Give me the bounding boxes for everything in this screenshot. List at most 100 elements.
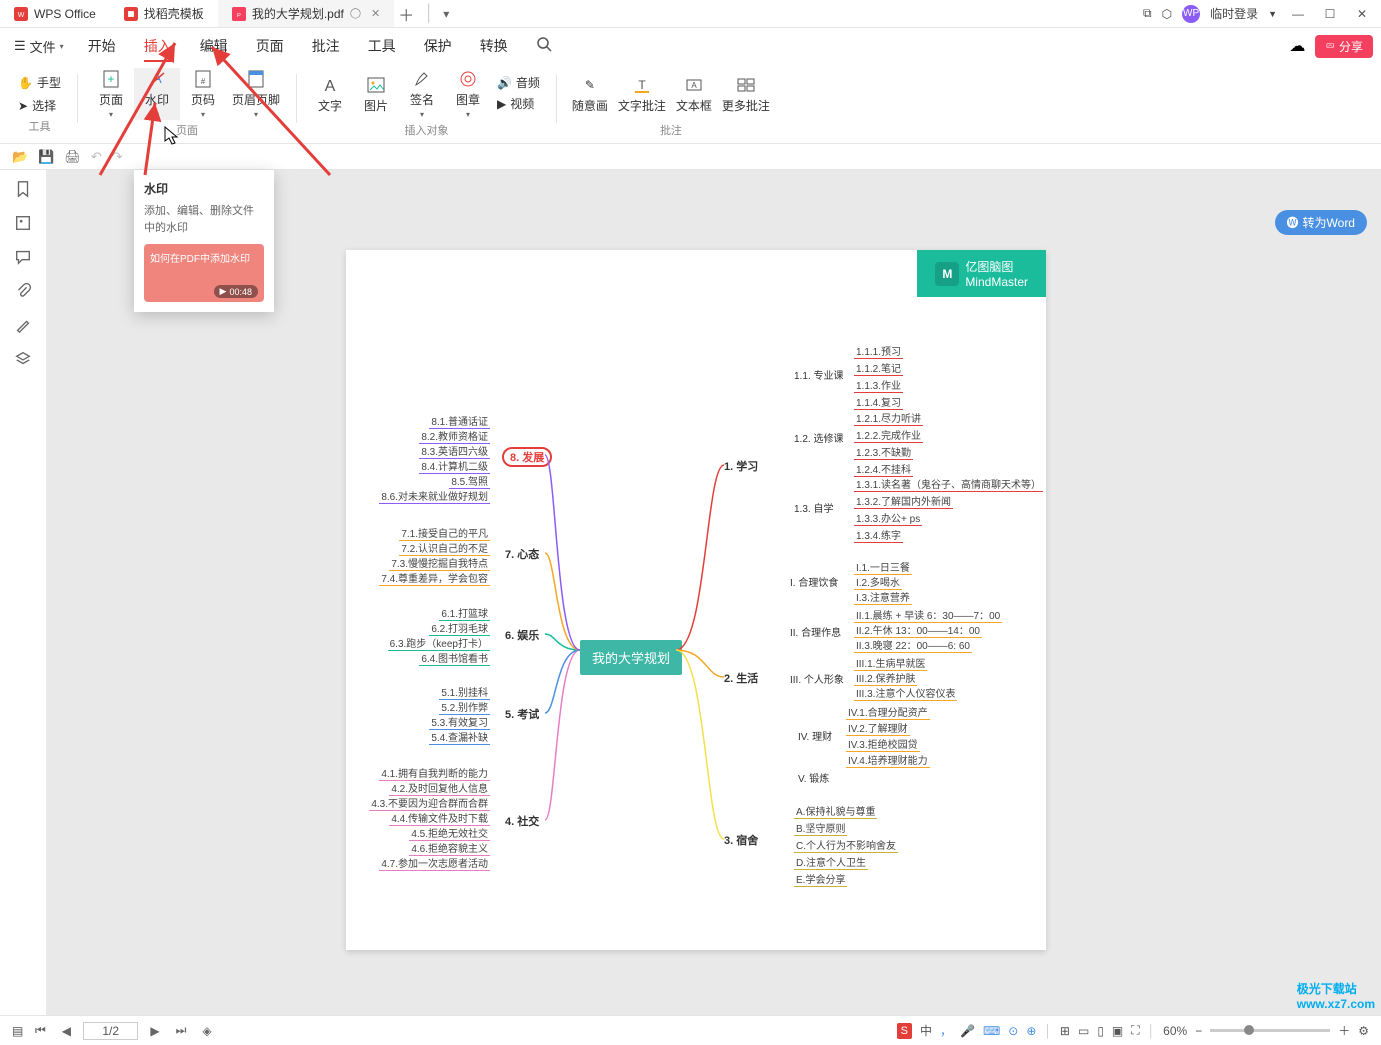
status-icon-1[interactable]: ， xyxy=(940,1022,952,1039)
view-mode-2-icon[interactable]: ▭ xyxy=(1078,1024,1089,1038)
node-l5: 5. 考试 xyxy=(505,706,539,722)
tab-document[interactable]: P 我的大学规划.pdf ◯ ✕ xyxy=(218,0,394,27)
tab-templates[interactable]: 找稻壳模板 xyxy=(110,0,218,27)
view-mode-3-icon[interactable]: ▯ xyxy=(1097,1024,1104,1038)
share-button[interactable]: ⮹ 分享 xyxy=(1315,35,1373,58)
zoom-slider[interactable] xyxy=(1210,1029,1330,1032)
leaf: III.3.注意个人仪容仪表 xyxy=(854,685,957,701)
leaf: 1.2.1.尽力听讲 xyxy=(854,410,923,426)
pen-side-icon[interactable] xyxy=(14,316,32,334)
textbox-button[interactable]: A文本框 xyxy=(671,68,717,120)
cloud-icon[interactable]: ☁ xyxy=(1289,36,1305,56)
tab-list-button[interactable]: ▾ xyxy=(434,7,458,21)
search-button[interactable] xyxy=(536,36,552,57)
audio-button[interactable]: 🔊音频 xyxy=(491,72,546,93)
text-annot-icon: T xyxy=(632,75,652,95)
title-icon-1[interactable]: ⧉ xyxy=(1143,6,1152,21)
leaf: 1.1.2.笔记 xyxy=(854,360,903,376)
close-icon[interactable]: ✕ xyxy=(371,7,380,20)
zoom-in-button[interactable]: ＋ xyxy=(1338,1022,1350,1039)
hand-tool-button[interactable]: ✋手型 xyxy=(12,72,67,93)
title-icon-2[interactable]: ⬡ xyxy=(1162,7,1172,21)
freedraw-button[interactable]: ✎随意画 xyxy=(567,68,613,120)
leaf: C.个人行为不影响舍友 xyxy=(794,837,898,853)
attachment-icon[interactable] xyxy=(14,282,32,300)
close-window-button[interactable]: ✕ xyxy=(1351,7,1373,21)
first-page-button[interactable]: ⏮ xyxy=(31,1023,49,1038)
cursor-icon: ➤ xyxy=(18,99,28,113)
menu-工具[interactable]: 工具 xyxy=(354,30,410,62)
play-icon: ▶ xyxy=(220,286,227,297)
video-button[interactable]: ▶视频 xyxy=(491,93,546,114)
layers-icon[interactable] xyxy=(14,350,32,368)
save-icon[interactable]: 💾 xyxy=(38,149,54,165)
view-mode-4-icon[interactable]: ▣ xyxy=(1112,1024,1123,1038)
last-page-button[interactable]: ⏭ xyxy=(172,1023,190,1038)
comment-icon[interactable] xyxy=(14,248,32,266)
maximize-button[interactable]: ☐ xyxy=(1319,7,1341,21)
hamburger-icon: ☰ xyxy=(14,38,26,54)
group-label: 插入对象 xyxy=(404,122,448,138)
logo-cn: 亿图脑图 xyxy=(965,258,1028,275)
mic-icon[interactable]: 🎤 xyxy=(960,1024,975,1038)
pdf-page: M 亿图脑图 MindMaster 我的大学规划 1. 学习 2. 生活 3. … xyxy=(346,250,1046,950)
settings-icon[interactable]: ⚙ xyxy=(1358,1024,1369,1038)
image-button[interactable]: 图片 xyxy=(353,68,399,120)
wm-name: 极光下载站 xyxy=(1297,982,1357,996)
avatar[interactable]: WP xyxy=(1182,5,1200,23)
leaf: 7.1.接受自己的平凡 xyxy=(399,525,490,541)
keyboard-icon[interactable]: ⌨ xyxy=(983,1024,1000,1038)
moreannot-button[interactable]: 更多批注 xyxy=(717,68,775,120)
convert-word-button[interactable]: 🅦 转为Word xyxy=(1275,210,1367,235)
tooltip-video-thumb[interactable]: 如何在PDF中添加水印 ▶ 00:48 xyxy=(144,244,264,302)
node-r1: 1. 学习 xyxy=(724,458,758,474)
wps-logo-icon: W xyxy=(14,7,28,21)
textannot-button[interactable]: T 文字批注 xyxy=(613,68,671,120)
leaf: 1.2.4.不挂科 xyxy=(854,461,913,477)
next-page-button[interactable]: ▶ xyxy=(146,1024,164,1038)
zoom-out-button[interactable]: − xyxy=(1195,1024,1202,1038)
login-label[interactable]: 临时登录 xyxy=(1210,5,1258,22)
tab-label: 我的大学规划.pdf xyxy=(252,5,344,22)
svg-text:T: T xyxy=(638,78,646,92)
stamp-button[interactable]: 图章▾ xyxy=(445,68,491,120)
ime-icon[interactable]: S xyxy=(897,1023,912,1039)
stamp-icon xyxy=(458,69,478,89)
zoom-label[interactable]: 60% xyxy=(1163,1024,1187,1038)
add-tab-button[interactable]: ＋ xyxy=(394,2,418,26)
login-caret-icon[interactable]: ▼ xyxy=(1268,9,1277,19)
leaf: 4.1.拥有自我判断的能力 xyxy=(379,765,490,781)
menu-保护[interactable]: 保护 xyxy=(410,30,466,62)
zoom-thumb[interactable] xyxy=(1244,1025,1254,1035)
minimize-button[interactable]: — xyxy=(1287,7,1309,21)
thumbnail-icon[interactable] xyxy=(14,214,32,232)
select-tool-button[interactable]: ➤选择 xyxy=(12,95,67,116)
menu-转换[interactable]: 转换 xyxy=(466,30,522,62)
mindmap-center: 我的大学规划 xyxy=(580,640,682,675)
pdf-icon: P xyxy=(232,7,246,21)
app-name-tab[interactable]: W WPS Office xyxy=(0,0,110,27)
marker-icon[interactable]: ◈ xyxy=(198,1024,216,1038)
leaf: II.1.晨练 + 早读 6：30——7：00 xyxy=(854,607,1002,623)
btn-label: 文字批注 xyxy=(618,97,666,114)
status-icon-3[interactable]: ⊕ xyxy=(1026,1024,1036,1038)
view-mode-1-icon[interactable]: ⊞ xyxy=(1060,1024,1070,1038)
sign-button[interactable]: 签名▾ xyxy=(399,68,445,120)
leaf: 6.4.图书馆看书 xyxy=(419,650,490,666)
title-right: ⧉ ⬡ WP 临时登录 ▼ — ☐ ✕ xyxy=(1143,5,1381,23)
duration: 00:48 xyxy=(229,287,252,297)
btn-label: 图章 xyxy=(456,91,480,108)
leaf: 6.2.打羽毛球 xyxy=(429,620,490,636)
page-indicator[interactable]: 1/2 xyxy=(83,1022,138,1040)
leaf: 8.1.普通话证 xyxy=(429,413,490,429)
fit-icon[interactable]: ⛶ xyxy=(1131,1023,1139,1038)
status-icon-2[interactable]: ⊙ xyxy=(1008,1024,1018,1038)
prev-page-button[interactable]: ◀ xyxy=(57,1024,75,1038)
pages-panel-icon[interactable]: ▤ xyxy=(12,1024,23,1038)
word-icon: 🅦 xyxy=(1287,214,1299,231)
ime-lang[interactable]: 中 xyxy=(920,1022,932,1039)
leaf: 1.3.2.了解国内外新闻 xyxy=(854,493,953,509)
tab-divider: │ xyxy=(424,5,434,23)
bookmark-icon[interactable] xyxy=(14,180,32,198)
open-icon[interactable]: 📂 xyxy=(12,149,28,165)
